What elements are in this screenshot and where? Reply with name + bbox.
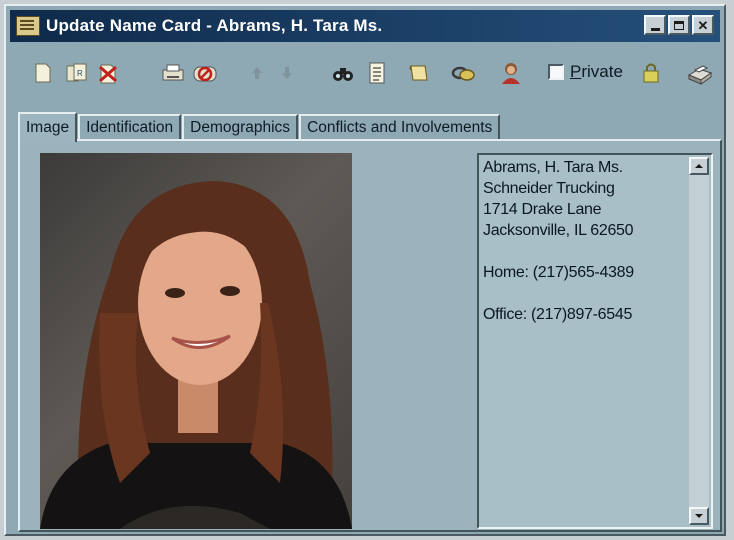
new-card-icon[interactable] bbox=[30, 60, 56, 86]
contact-info-box[interactable]: Abrams, H. Tara Ms. Schneider Trucking 1… bbox=[477, 153, 713, 529]
tab-conflicts-and-involvements[interactable]: Conflicts and Involvements bbox=[299, 114, 501, 140]
window-title: Update Name Card - Abrams, H. Tara Ms. bbox=[46, 16, 383, 35]
chevron-down-icon bbox=[695, 514, 703, 518]
private-toggle[interactable]: Private bbox=[548, 62, 623, 82]
svg-text:R: R bbox=[77, 69, 83, 78]
maximize-button[interactable] bbox=[668, 15, 690, 35]
binoculars-icon[interactable] bbox=[330, 60, 356, 86]
copy-card-icon[interactable]: R bbox=[64, 60, 90, 86]
private-label: Private bbox=[570, 62, 623, 81]
link-icon[interactable] bbox=[450, 60, 476, 86]
chevron-up-icon bbox=[695, 164, 703, 168]
tab-image[interactable]: Image bbox=[18, 112, 78, 142]
maximize-icon bbox=[674, 20, 684, 30]
contact-city-state-zip: Jacksonville, IL 62650 bbox=[483, 222, 634, 239]
name-card-window: Update Name Card - Abrams, H. Tara Ms. ✕… bbox=[4, 4, 726, 536]
scroll-down-button[interactable] bbox=[689, 507, 709, 525]
title-bar[interactable]: Update Name Card - Abrams, H. Tara Ms. ✕ bbox=[10, 10, 720, 42]
delete-card-icon[interactable] bbox=[96, 60, 122, 86]
contact-company: Schneider Trucking bbox=[483, 180, 615, 197]
stop-icon[interactable] bbox=[192, 60, 218, 86]
name-card-app-icon[interactable] bbox=[16, 16, 40, 36]
scroll-icon[interactable] bbox=[406, 60, 432, 86]
lock-icon[interactable] bbox=[638, 60, 664, 86]
contact-name: Abrams, H. Tara Ms. bbox=[483, 159, 623, 176]
contact-office-phone: Office: (217)897-6545 bbox=[483, 306, 633, 323]
printer-icon[interactable] bbox=[686, 60, 712, 86]
down-arrow-icon[interactable] bbox=[274, 60, 300, 86]
contact-info-text: Abrams, H. Tara Ms. Schneider Trucking 1… bbox=[483, 157, 687, 325]
close-icon: ✕ bbox=[697, 17, 709, 33]
tab-strip: Image Identification Demographics Confli… bbox=[18, 110, 501, 142]
contact-home-phone: Home: (217)565-4389 bbox=[483, 264, 634, 281]
info-scrollbar[interactable] bbox=[689, 157, 709, 525]
person-icon[interactable] bbox=[498, 60, 524, 86]
contact-street: 1714 Drake Lane bbox=[483, 201, 602, 218]
minimize-button[interactable] bbox=[644, 15, 666, 35]
toolbar: R Private bbox=[10, 44, 720, 98]
notes-icon[interactable] bbox=[364, 60, 390, 86]
scroll-up-button[interactable] bbox=[689, 157, 709, 175]
private-checkbox[interactable] bbox=[548, 64, 564, 80]
minimize-icon bbox=[650, 27, 660, 31]
close-button[interactable]: ✕ bbox=[692, 15, 714, 35]
tab-identification[interactable]: Identification bbox=[78, 114, 182, 140]
caption-buttons: ✕ bbox=[644, 15, 714, 35]
image-tab-panel: Abrams, H. Tara Ms. Schneider Trucking 1… bbox=[18, 139, 722, 532]
print-card-icon[interactable] bbox=[160, 60, 186, 86]
tab-demographics[interactable]: Demographics bbox=[182, 114, 299, 140]
contact-photo bbox=[40, 153, 352, 529]
up-arrow-icon[interactable] bbox=[244, 60, 270, 86]
